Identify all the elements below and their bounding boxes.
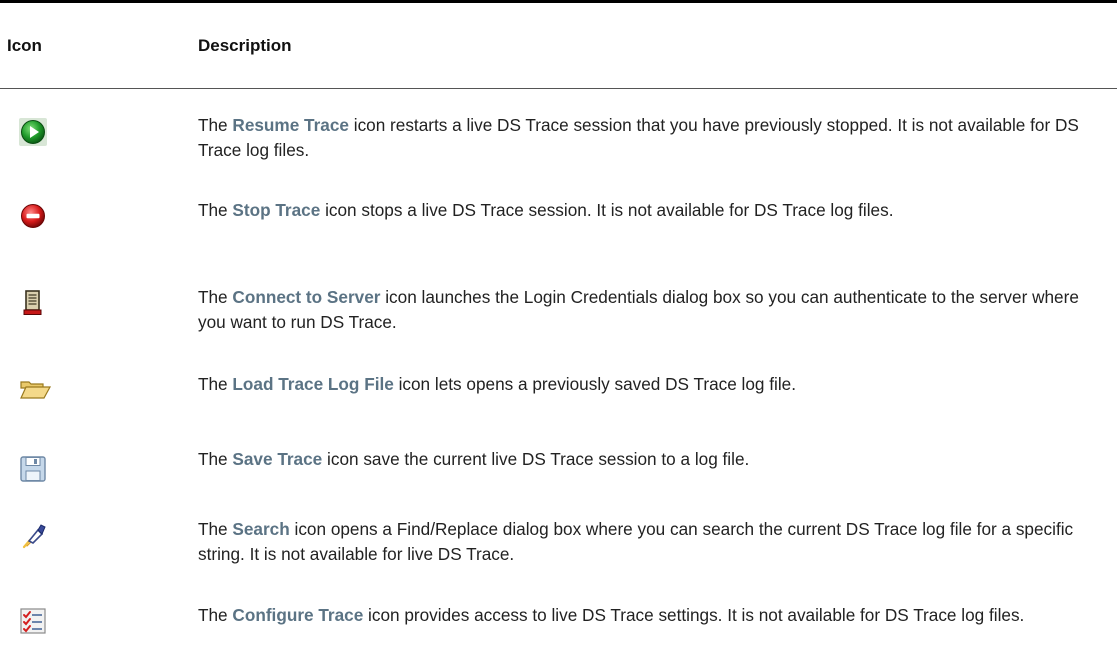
row-description: The Resume Trace icon restarts a live DS…	[198, 115, 1079, 160]
icon-name: Connect to Server	[232, 287, 381, 307]
header-icon: Icon	[7, 36, 42, 55]
row-description: The Configure Trace icon provides access…	[198, 605, 1025, 625]
resume-trace-icon	[18, 117, 48, 147]
table-header-row: Icon Description	[0, 3, 1117, 89]
load-trace-log-file-icon	[18, 374, 52, 404]
icon-name: Configure Trace	[232, 605, 364, 625]
configure-trace-icon	[18, 606, 48, 636]
row-description: The Stop Trace icon stops a live DS Trac…	[198, 200, 894, 220]
icon-description-table: Icon Description The Resume Trace icon r…	[0, 0, 1117, 634]
stop-trace-icon	[18, 201, 48, 231]
header-description: Description	[198, 36, 292, 55]
search-icon	[18, 521, 48, 551]
icon-name: Stop Trace	[232, 200, 321, 220]
connect-to-server-icon	[18, 288, 48, 318]
icon-name: Resume Trace	[232, 115, 349, 135]
icon-name: Load Trace Log File	[232, 374, 394, 394]
icon-name: Search	[232, 519, 290, 539]
row-description: The Connect to Server icon launches the …	[198, 287, 1079, 332]
icon-name: Save Trace	[232, 449, 323, 469]
row-description: The Save Trace icon save the current liv…	[198, 449, 750, 469]
row-description: The Search icon opens a Find/Replace dia…	[198, 519, 1074, 564]
save-trace-icon	[18, 454, 48, 484]
row-description: The Load Trace Log File icon lets opens …	[198, 374, 797, 394]
